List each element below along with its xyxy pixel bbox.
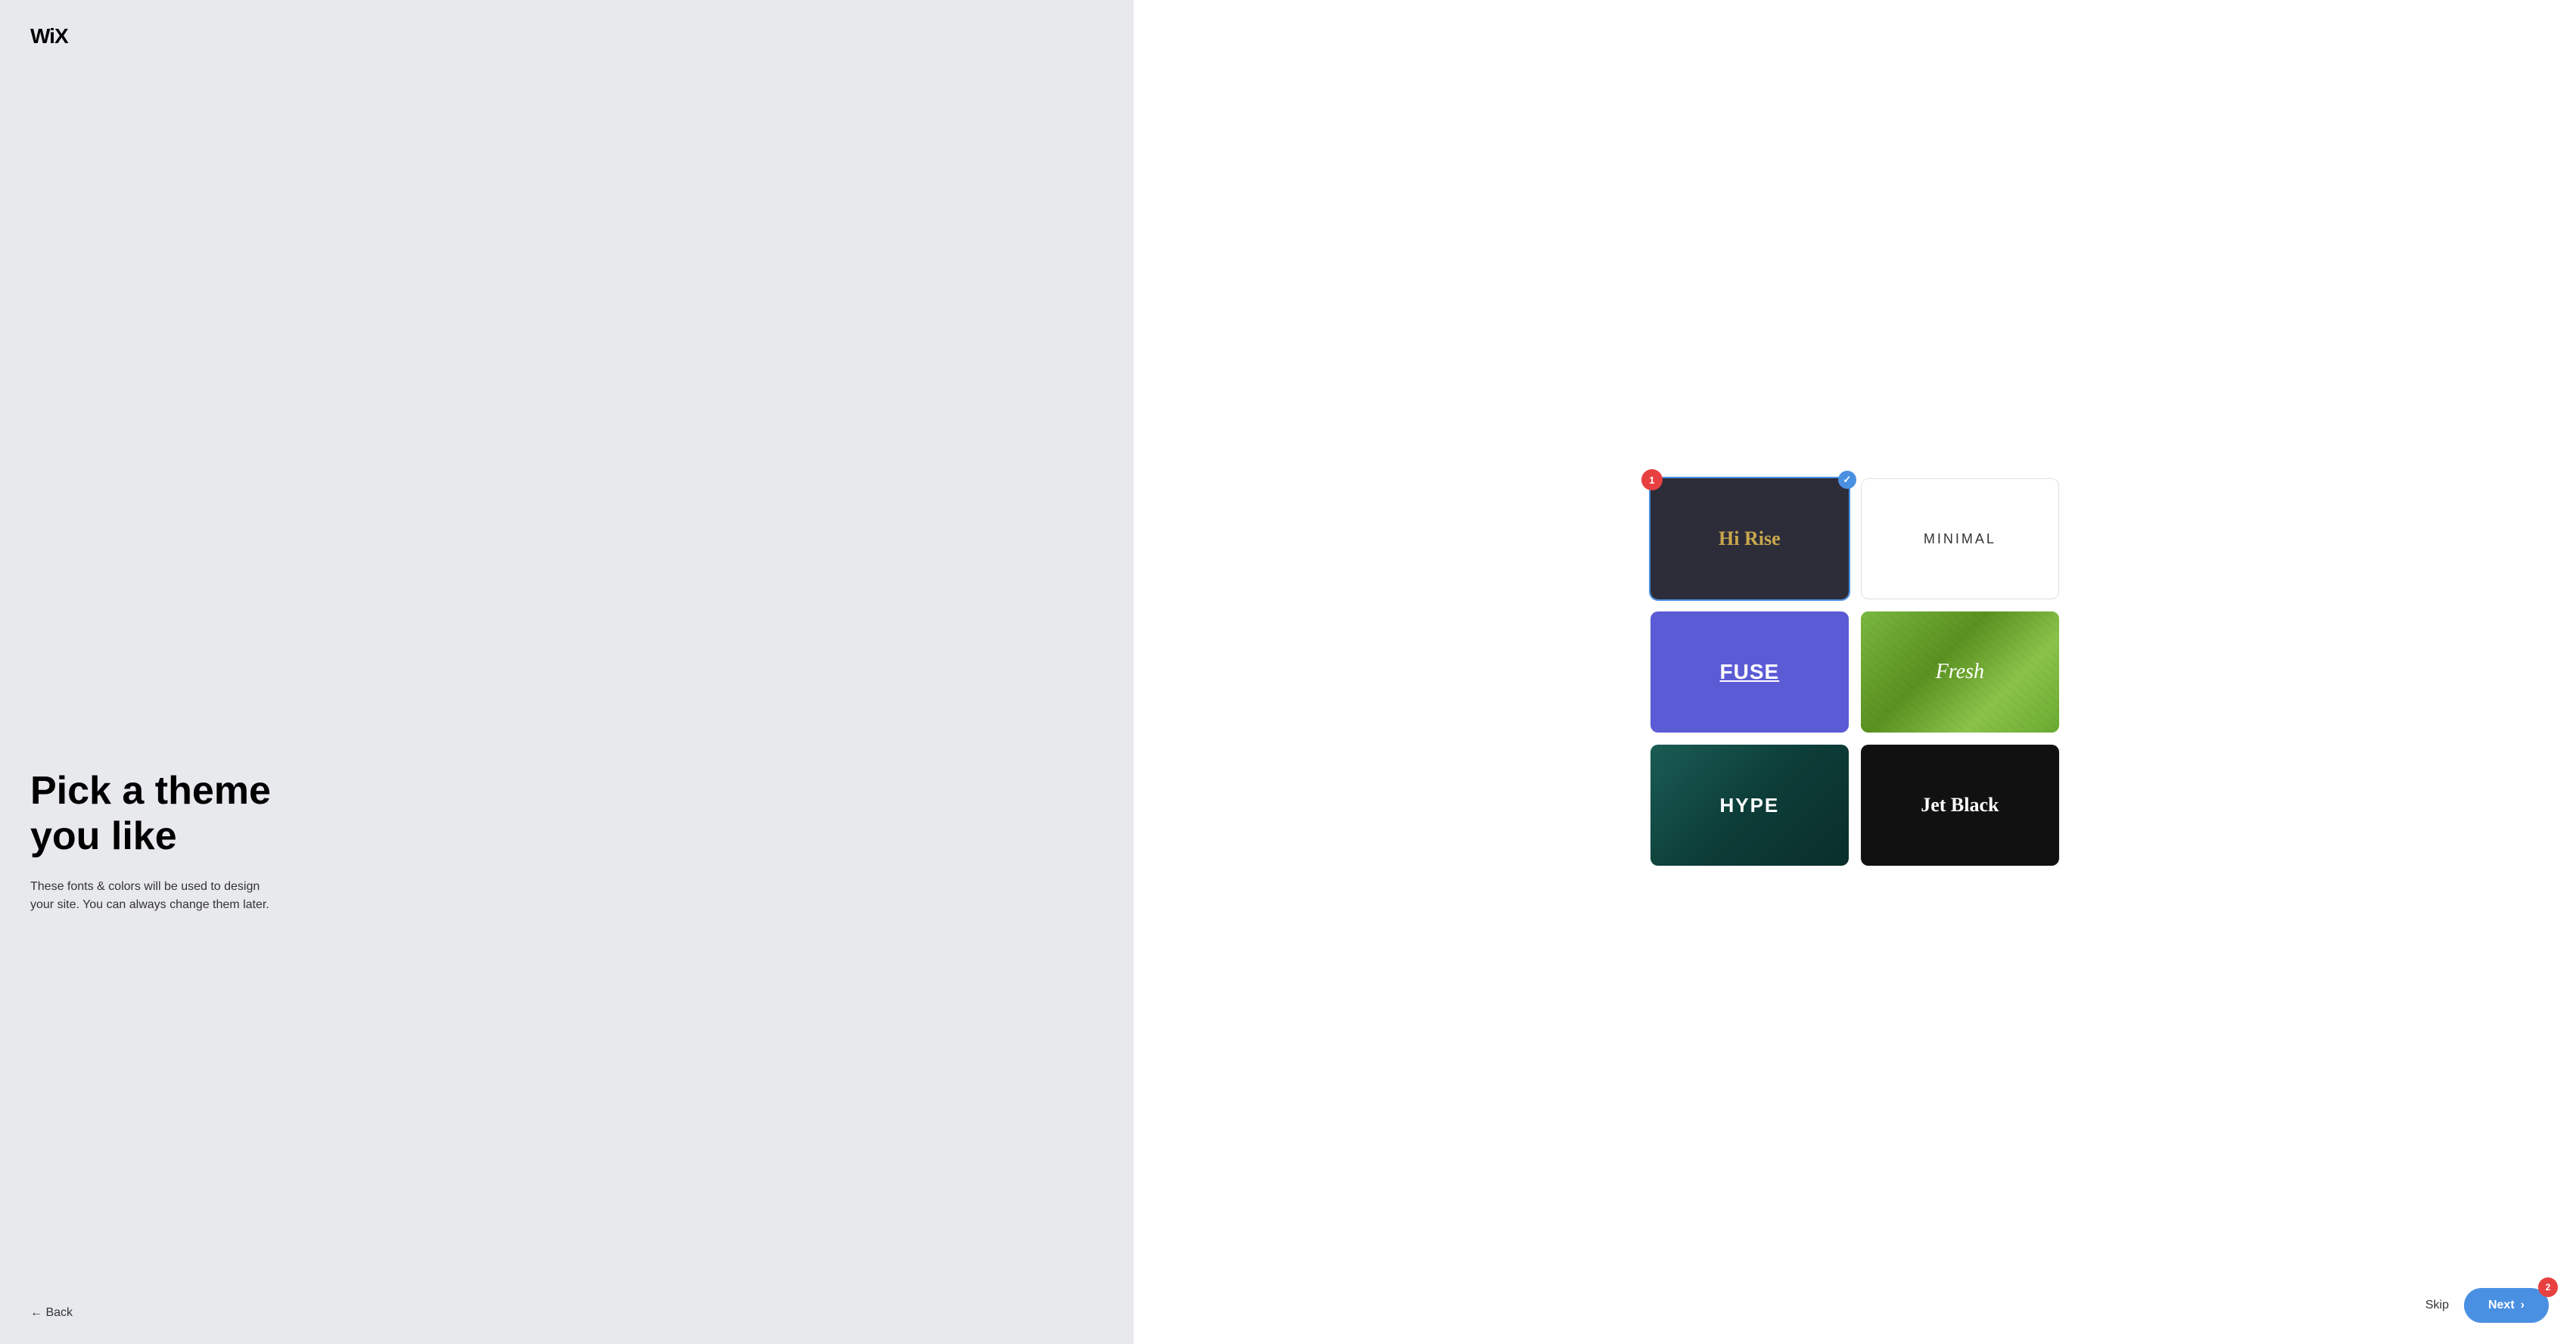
next-arrow-icon: › [2521,1299,2525,1312]
selected-check-icon [1838,471,1856,489]
themes-grid: 1 Hi Rise MINIMAL FUSE Fresh [1650,478,2059,866]
badge-1: 1 [1641,469,1663,490]
left-panel: WiX Pick a theme you like These fonts & … [0,0,1134,1344]
theme-card-fresh[interactable]: Fresh [1861,611,2059,733]
next-button[interactable]: Next › 2 [2464,1288,2549,1323]
theme-fresh-bg: Fresh [1861,611,2059,733]
back-button[interactable]: ← Back [30,1306,73,1320]
page-title: Pick a theme you like [30,769,1103,860]
right-panel: 1 Hi Rise MINIMAL FUSE Fresh [1134,0,2576,1344]
theme-fresh-label: Fresh [1936,660,1984,684]
theme-hi-rise-label: Hi Rise [1719,527,1781,550]
theme-jet-black-label: Jet Black [1921,794,1999,817]
theme-card-hi-rise[interactable]: 1 Hi Rise [1650,478,1849,599]
theme-hype-label: HYPE [1719,794,1779,817]
theme-hi-rise-inner: Hi Rise [1650,478,1849,599]
wix-logo: WiX [30,24,1103,48]
theme-fuse-inner: FUSE [1650,611,1849,733]
back-container: ← Back [30,1306,73,1320]
theme-minimal-label: MINIMAL [1924,531,1996,547]
footer-right: Skip Next › 2 [2425,1288,2549,1323]
next-badge: 2 [2538,1277,2558,1297]
theme-jet-black-inner: Jet Black [1861,745,2059,866]
theme-card-jet-black[interactable]: Jet Black [1861,745,2059,866]
theme-hype-inner: HYPE [1650,745,1849,866]
theme-card-hype[interactable]: HYPE [1650,745,1849,866]
theme-card-minimal[interactable]: MINIMAL [1861,478,2059,599]
left-content: Pick a theme you like These fonts & colo… [30,769,1103,960]
theme-card-fuse[interactable]: FUSE [1650,611,1849,733]
theme-fuse-label: FUSE [1720,660,1780,684]
skip-button[interactable]: Skip [2425,1299,2449,1312]
page-subtitle: These fonts & colors will be used to des… [30,878,272,914]
theme-minimal-inner: MINIMAL [1861,478,2059,599]
theme-fresh-inner: Fresh [1861,611,2059,733]
